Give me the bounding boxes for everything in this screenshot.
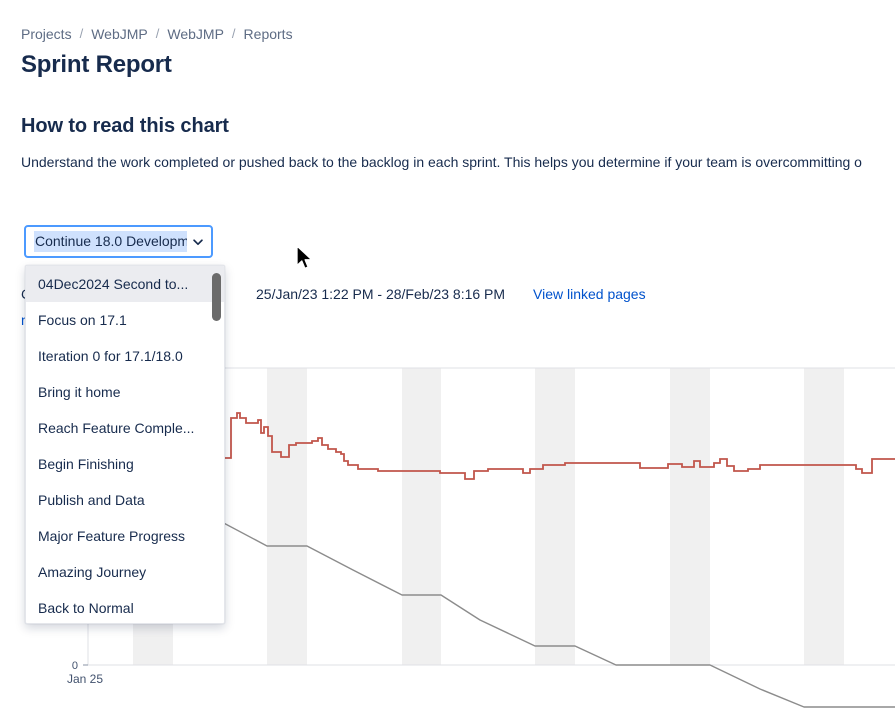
sprint-option-5[interactable]: Begin Finishing [26, 446, 224, 482]
sprint-option-8[interactable]: Amazing Journey [26, 554, 224, 590]
sprint-option-4[interactable]: Reach Feature Comple... [26, 410, 224, 446]
sprint-select-value: Continue 18.0 Developm [34, 231, 187, 252]
breadcrumb-separator: / [79, 26, 84, 41]
breadcrumb-item-webjmp-1[interactable]: WebJMP [91, 25, 148, 43]
sprint-option-6[interactable]: Publish and Data [26, 482, 224, 518]
view-linked-pages-link[interactable]: View linked pages [533, 285, 646, 303]
chart-x-axis: Jan 25 [67, 672, 103, 686]
sprint-option-list: 04Dec2024 Second to... Focus on 17.1 Ite… [26, 266, 224, 623]
sprint-option-7[interactable]: Major Feature Progress [26, 518, 224, 554]
how-to-read-description: Understand the work completed or pushed … [21, 154, 862, 170]
chevron-down-icon [193, 238, 203, 245]
sprint-option-0[interactable]: 04Dec2024 Second to... [26, 266, 224, 302]
page-title: Sprint Report [21, 51, 172, 78]
breadcrumb-item-projects[interactable]: Projects [21, 25, 72, 43]
sprint-select[interactable]: Continue 18.0 Developm [24, 225, 213, 258]
how-to-read-heading: How to read this chart [21, 115, 229, 137]
sprint-option-3[interactable]: Bring it home [26, 374, 224, 410]
y-axis-tick-0: 0 [72, 660, 78, 672]
mouse-pointer-icon [296, 245, 313, 270]
breadcrumb-separator: / [155, 26, 160, 41]
breadcrumb: Projects / WebJMP / WebJMP / Reports [21, 25, 293, 43]
breadcrumb-item-webjmp-2[interactable]: WebJMP [167, 25, 224, 43]
sprint-select-dropdown[interactable]: 04Dec2024 Second to... Focus on 17.1 Ite… [25, 265, 225, 624]
x-axis-tick-jan25: Jan 25 [67, 672, 103, 686]
breadcrumb-separator: / [231, 26, 236, 41]
sprint-option-9[interactable]: Back to Normal [26, 590, 224, 623]
sprint-option-2[interactable]: Iteration 0 for 17.1/18.0 [26, 338, 224, 374]
dropdown-scrollbar-track[interactable] [212, 270, 221, 621]
sprint-date-range: 25/Jan/23 1:22 PM - 28/Feb/23 8:16 PM [256, 286, 506, 302]
dropdown-scrollbar-thumb[interactable] [212, 273, 221, 321]
breadcrumb-item-reports[interactable]: Reports [244, 25, 293, 43]
sprint-option-1[interactable]: Focus on 17.1 [26, 302, 224, 338]
